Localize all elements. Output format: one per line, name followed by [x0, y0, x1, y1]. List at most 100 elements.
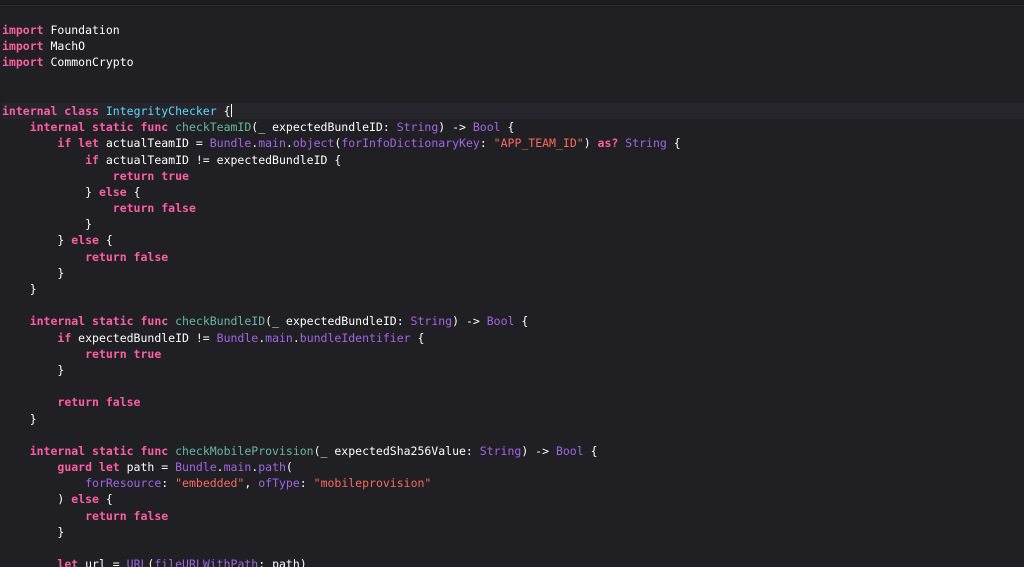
code-token: return true [112, 168, 189, 183]
code-line[interactable]: return false [2, 249, 1024, 265]
code-line[interactable]: if actualTeamID != expectedBundleID { [2, 152, 1024, 168]
code-line[interactable]: import Foundation [2, 22, 1024, 38]
code-line[interactable] [2, 297, 1024, 313]
code-token: main [258, 136, 286, 151]
code-line[interactable]: if let actualTeamID = Bundle.main.object… [2, 135, 1024, 151]
code-token: "APP_TEAM_ID" [493, 136, 584, 151]
code-line[interactable]: return true [2, 168, 1024, 184]
code-token: actualTeamID != expectedBundleID { [98, 152, 342, 167]
code-token: else [98, 184, 127, 199]
code-line[interactable]: return false [2, 508, 1024, 524]
code-token: (_ expectedBundleID: [265, 314, 411, 329]
code-token: object [292, 136, 335, 151]
code-token: , [244, 476, 259, 491]
code-line[interactable]: if expectedBundleID != Bundle.main.bundl… [2, 330, 1024, 346]
code-token: else [71, 492, 99, 507]
code-token: path [258, 460, 286, 475]
code-token: Bundle [209, 136, 252, 151]
code-line[interactable]: import MachO [2, 38, 1024, 54]
code-line[interactable]: import CommonCrypto [2, 54, 1024, 70]
code-line[interactable] [2, 378, 1024, 394]
code-token: return false [85, 508, 169, 523]
code-token: import [2, 23, 44, 37]
code-token: : [299, 476, 314, 491]
code-line[interactable]: internal static func checkTeamID(_ expec… [2, 119, 1024, 135]
code-token: ) [583, 136, 598, 151]
code-token: let [57, 557, 79, 567]
code-token: MachO [43, 39, 86, 54]
code-token: return false [112, 201, 196, 216]
code-line[interactable]: internal static func checkBundleID(_ exp… [2, 313, 1024, 329]
code-line[interactable]: ) else { [2, 491, 1024, 507]
code-token: String [410, 314, 453, 329]
code-line[interactable]: } [2, 411, 1024, 427]
editor-tab-bar-edge [0, 0, 1024, 6]
code-token: "mobileprovision" [313, 476, 432, 491]
code-token: as? [597, 136, 619, 151]
code-token: return false [57, 395, 141, 410]
code-line[interactable] [2, 71, 1024, 87]
code-line[interactable]: } [2, 265, 1024, 281]
code-token: if [85, 152, 99, 167]
code-token: { [98, 233, 113, 248]
code-token: CommonCrypto [43, 55, 134, 70]
code-line[interactable]: } [2, 362, 1024, 378]
code-line[interactable]: } [2, 216, 1024, 232]
code-token: ) -> [438, 120, 473, 135]
code-line[interactable]: return true [2, 346, 1024, 362]
code-line[interactable]: let url = URL(fileURLWithPath: path) [2, 556, 1024, 567]
code-line[interactable]: } else { [2, 232, 1024, 248]
code-token: String [479, 443, 522, 458]
code-token: guard let [57, 460, 120, 475]
code-line[interactable]: } else { [2, 184, 1024, 200]
code-line[interactable]: return false [2, 394, 1024, 410]
text-cursor [230, 103, 232, 117]
code-token: } [2, 282, 37, 296]
code-token: { [500, 120, 515, 135]
code-token: { [514, 314, 529, 329]
code-line[interactable] [2, 87, 1024, 103]
code-token: return true [85, 346, 162, 361]
code-token: . [216, 460, 224, 475]
code-line[interactable]: guard let path = Bundle.main.path( [2, 459, 1024, 475]
code-editor[interactable]: import Foundation import MachO import Comm… [0, 0, 1024, 567]
code-token: Bundle [216, 330, 259, 345]
code-token: "embedded" [175, 476, 245, 491]
code-token: { [666, 136, 681, 151]
code-token: internal static func [29, 314, 169, 329]
code-token: checkTeamID [175, 120, 252, 135]
code-line[interactable]: } [2, 281, 1024, 297]
code-token: { [216, 103, 231, 118]
code-token: { [410, 330, 425, 345]
code-token: Bool [472, 120, 501, 135]
code-line[interactable] [2, 427, 1024, 443]
code-token: { [126, 184, 141, 199]
code-token: main [265, 330, 293, 345]
code-token: main [223, 460, 252, 475]
code-token: import [2, 39, 44, 54]
code-line[interactable]: return false [2, 200, 1024, 216]
code-token: fileURLWithPath [154, 557, 259, 567]
code-token: (_ expectedBundleID: [251, 120, 397, 135]
code-line[interactable]: internal class IntegrityChecker { [2, 102, 1024, 120]
code-line[interactable]: forResource: "embedded", ofType: "mobile… [2, 475, 1024, 491]
source-code[interactable]: import Foundation import MachO import Comm… [2, 22, 1024, 567]
code-token: if [57, 330, 72, 345]
code-token: internal class [2, 103, 99, 118]
code-token: URL [126, 557, 148, 567]
code-token: { [98, 492, 113, 507]
code-token: Bool [555, 443, 584, 458]
code-line[interactable] [2, 540, 1024, 556]
code-line[interactable]: } [2, 524, 1024, 540]
code-line[interactable]: internal static func checkMobileProvisio… [2, 443, 1024, 459]
